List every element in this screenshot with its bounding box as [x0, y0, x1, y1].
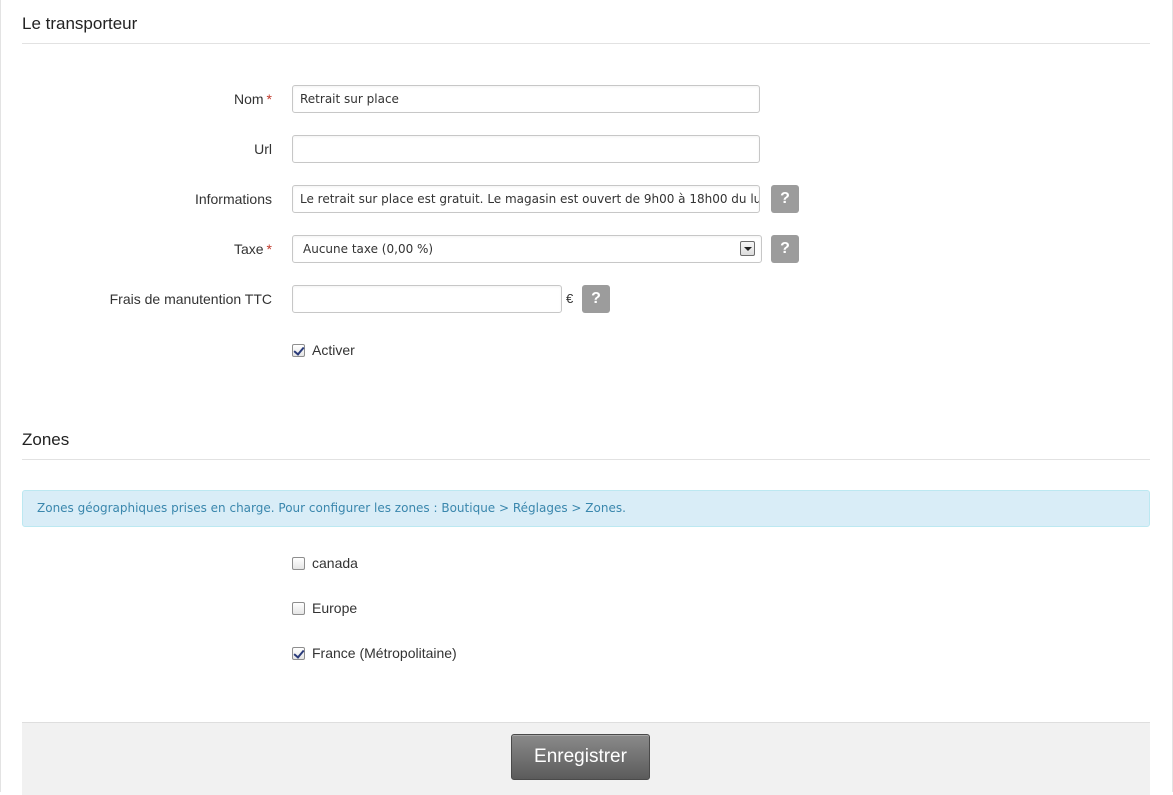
url-input[interactable]: [292, 135, 760, 163]
required-mark: *: [266, 91, 272, 107]
carrier-section-title: Le transporteur: [22, 14, 1150, 44]
activate-checkbox[interactable]: [292, 344, 305, 357]
informations-label: Informations: [194, 191, 272, 207]
zone-checkbox-europe[interactable]: [292, 602, 305, 615]
informations-input[interactable]: Le retrait sur place est gratuit. Le mag…: [292, 185, 760, 213]
tax-help-button[interactable]: ?: [771, 235, 799, 263]
activate-label[interactable]: Activer: [312, 342, 355, 358]
name-input[interactable]: Retrait sur place: [292, 85, 760, 113]
currency-symbol: €: [566, 291, 574, 306]
question-mark-icon: ?: [780, 240, 790, 257]
zones-info-alert: Zones géographiques prises en charge. Po…: [22, 490, 1150, 527]
zone-checkbox-france[interactable]: [292, 647, 305, 660]
handling-fee-input[interactable]: [292, 285, 562, 313]
zones-section-title: Zones: [22, 430, 1150, 460]
required-mark: *: [266, 241, 272, 257]
tax-select-value: Aucune taxe (0,00 %): [303, 242, 434, 256]
zone-label-france[interactable]: France (Métropolitaine): [312, 645, 457, 661]
name-label: Nom *: [12, 84, 272, 114]
informations-help-button[interactable]: ?: [771, 185, 799, 213]
question-mark-icon: ?: [591, 290, 601, 307]
tax-label-text: Taxe: [233, 241, 264, 257]
question-mark-icon: ?: [780, 190, 790, 207]
chevron-down-icon[interactable]: [740, 241, 755, 256]
handling-fee-help-button[interactable]: ?: [582, 285, 610, 313]
handling-fee-label: Frais de manutention TTC: [109, 291, 272, 307]
url-label: Url: [254, 141, 272, 157]
save-button[interactable]: Enregistrer: [511, 734, 650, 780]
tax-label: Taxe *: [12, 234, 272, 264]
zone-checkbox-canada[interactable]: [292, 557, 305, 570]
tax-select[interactable]: Aucune taxe (0,00 %): [292, 235, 762, 263]
zone-label-europe[interactable]: Europe: [312, 600, 357, 616]
page-frame: [0, 0, 1173, 792]
zone-label-canada[interactable]: canada: [312, 555, 358, 571]
name-label-text: Nom: [233, 91, 264, 107]
